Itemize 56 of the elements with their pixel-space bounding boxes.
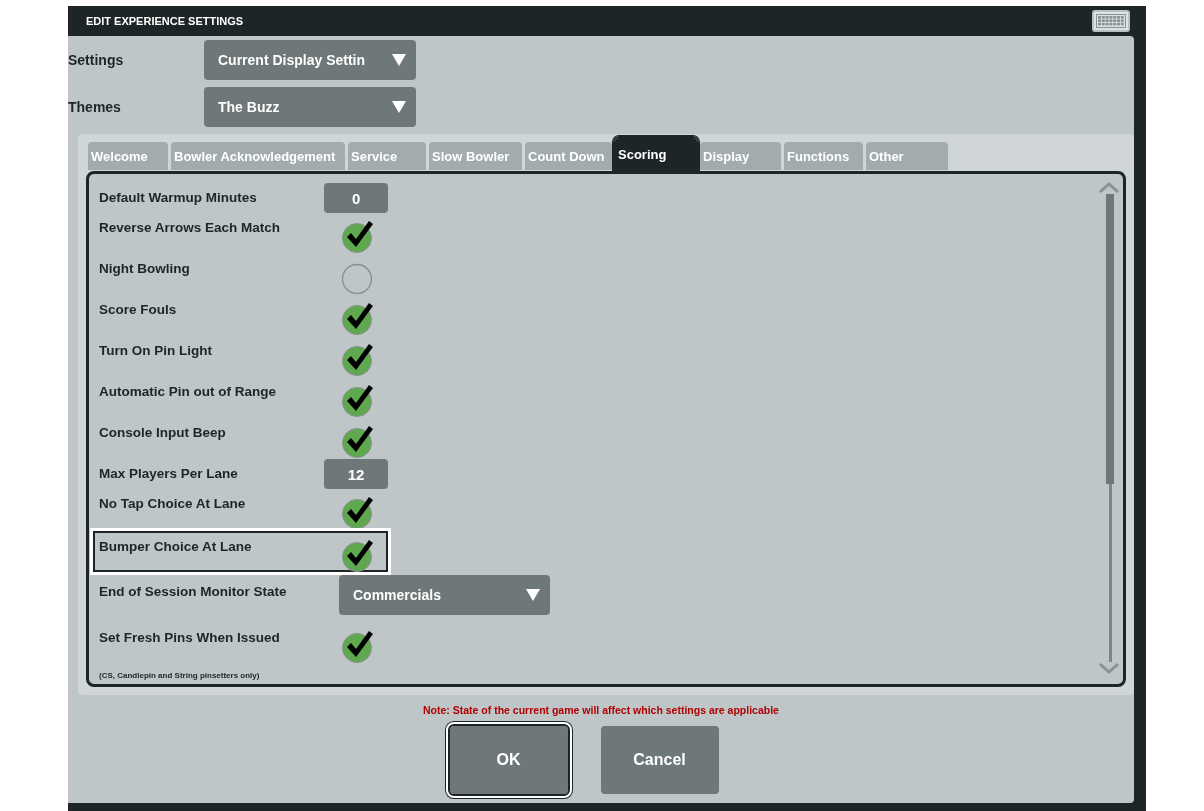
checked-checkbox[interactable] — [341, 383, 375, 417]
setting-row[interactable]: Default Warmup Minutes 0 — [96, 184, 388, 214]
setting-row[interactable]: End of Session Monitor State Commercials — [96, 578, 1093, 624]
setting-row[interactable]: Turn On Pin Light — [96, 337, 388, 378]
caret-icon — [392, 100, 406, 113]
dropdown[interactable]: Current Display Settin — [204, 39, 416, 80]
setting-row[interactable]: Set Fresh Pins When Issued — [96, 624, 388, 665]
dialog-button[interactable]: Cancel — [600, 726, 719, 794]
tab[interactable]: Bowler Acknowledgement — [171, 142, 345, 170]
checked-checkbox[interactable] — [341, 495, 375, 529]
checked-checkbox[interactable] — [341, 301, 375, 335]
checked-checkbox[interactable] — [341, 538, 375, 572]
setting-label: Automatic Pin out of Range — [99, 383, 277, 399]
setting-row[interactable]: Night Bowling — [96, 255, 388, 296]
window-title: EDIT EXPERIENCE SETTINGS — [86, 15, 244, 27]
dropdown[interactable]: Commercials — [339, 575, 550, 615]
tab[interactable]: Welcome — [88, 142, 168, 170]
scrollbar-thumb[interactable] — [1106, 194, 1114, 484]
setting-label: End of Session Monitor State — [99, 583, 288, 599]
checked-checkbox[interactable] — [341, 629, 375, 663]
setting-row[interactable]: Bumper Choice At Lane — [93, 531, 388, 572]
setting-label: Default Warmup Minutes — [99, 189, 258, 205]
tab[interactable]: Scoring — [615, 138, 697, 170]
setting-label: No Tap Choice At Lane — [99, 495, 247, 511]
number-field[interactable]: 0 — [324, 183, 388, 213]
field-label: Settings — [68, 51, 125, 68]
dropdown[interactable]: The Buzz — [204, 86, 416, 127]
checked-checkbox[interactable] — [341, 219, 375, 253]
caret-icon — [526, 589, 540, 601]
tab[interactable]: Slow Bowler — [429, 142, 522, 170]
tab[interactable]: Count Down — [525, 142, 612, 170]
setting-label: Console Input Beep — [99, 424, 227, 440]
tab[interactable]: Display — [700, 142, 781, 170]
setting-label: Score Fouls — [99, 301, 178, 317]
tab[interactable]: Other — [866, 142, 948, 170]
setting-row[interactable]: Automatic Pin out of Range — [96, 378, 388, 419]
setting-label: Turn On Pin Light — [99, 342, 213, 358]
checked-checkbox[interactable] — [341, 424, 375, 458]
setting-label: Reverse Arrows Each Match — [99, 219, 282, 235]
setting-label: Bumper Choice At Lane — [99, 538, 253, 554]
setting-row[interactable]: No Tap Choice At Lane — [96, 490, 388, 531]
warning-note: Note: State of the current game will affect which settings are applicable — [423, 704, 779, 716]
setting-label: Night Bowling — [99, 260, 191, 276]
field-label: Themes — [68, 98, 122, 115]
setting-row[interactable]: Score Fouls — [96, 296, 388, 337]
checked-checkbox[interactable] — [341, 342, 375, 376]
setting-row[interactable]: Reverse Arrows Each Match — [96, 214, 388, 255]
setting-label: Set Fresh Pins When Issued — [99, 629, 281, 645]
tab[interactable]: Service — [348, 142, 426, 170]
setting-row[interactable]: Max Players Per Lane 12 — [96, 460, 388, 490]
caret-icon — [392, 53, 406, 66]
number-field[interactable]: 12 — [324, 459, 388, 489]
footnote: (CS, Candlepin and String pinsetters only) — [99, 671, 261, 680]
setting-row[interactable]: Console Input Beep — [96, 419, 388, 460]
setting-label: Max Players Per Lane — [99, 465, 239, 481]
tab[interactable]: Functions — [784, 142, 863, 170]
